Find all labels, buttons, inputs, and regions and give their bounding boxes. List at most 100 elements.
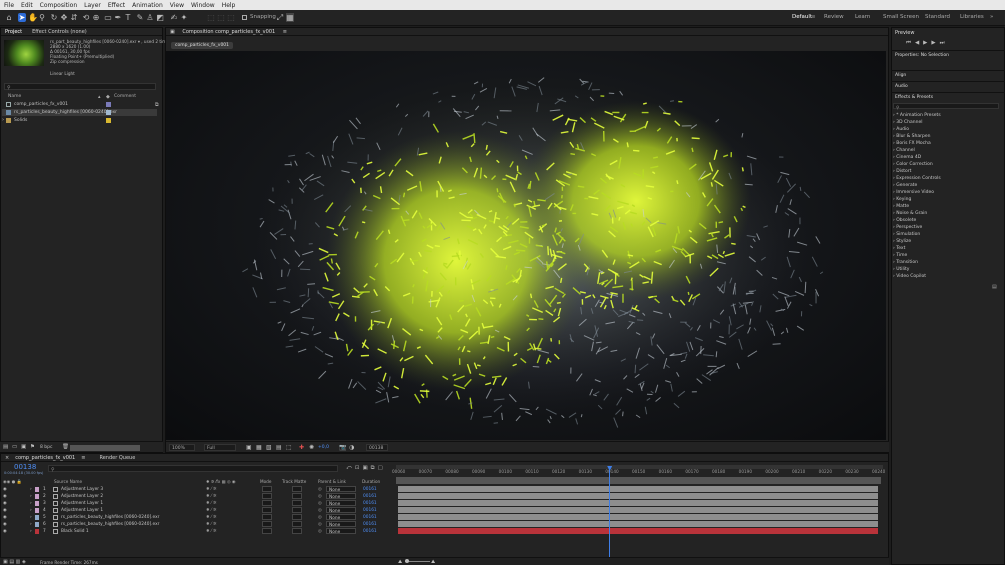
new-folder-icon[interactable]: ▭ (12, 444, 17, 450)
pickwhip-icon[interactable]: ◎ (318, 507, 322, 514)
layer-name[interactable]: Adjustment Layer 1 (61, 507, 103, 514)
layer-name[interactable]: Adjustment Layer 1 (61, 500, 103, 507)
snapshot-icon[interactable]: 📷 (339, 444, 346, 451)
label-color-swatch[interactable] (35, 515, 39, 520)
effects-category[interactable]: › Generate (893, 183, 917, 188)
workspace-libraries[interactable]: Libraries (960, 14, 984, 20)
effects-category[interactable]: › Color Correction (893, 162, 933, 167)
effects-category[interactable]: › Distort (893, 169, 911, 174)
effects-category[interactable]: › Video Copilot (893, 274, 926, 279)
pickwhip-icon[interactable]: ◎ (318, 493, 322, 500)
menu-animation[interactable]: Animation (132, 2, 163, 9)
menu-edit[interactable]: Edit (21, 2, 33, 9)
visibility-eye-icon[interactable]: ◉ (3, 507, 7, 514)
eraser-tool-icon[interactable]: ◩ (156, 13, 164, 22)
pan-tool-icon[interactable]: ✥ (60, 13, 68, 22)
visibility-eye-icon[interactable]: ◉ (3, 521, 7, 528)
col-track-matte[interactable]: Track Matte (282, 479, 306, 484)
roto-brush-icon[interactable]: ✍ (170, 13, 178, 22)
layer-duration[interactable]: 00161 (363, 486, 377, 493)
parent-select[interactable]: None (326, 493, 356, 500)
current-time-display[interactable]: 00138 (14, 463, 36, 471)
effects-category[interactable]: › Audio (893, 127, 909, 132)
layer-row[interactable]: ◉ › 6 rs_particles_beauty_highfiles [0060-0… (0, 521, 395, 528)
menu-view[interactable]: View (170, 2, 184, 9)
timeline-search-input[interactable]: ⚲ (48, 465, 338, 473)
parent-select[interactable]: None (326, 528, 356, 535)
disclosure-arrow-icon[interactable]: › (2, 117, 4, 124)
disclosure-arrow-icon[interactable]: › (30, 493, 32, 500)
effects-category[interactable]: › Keying (893, 197, 911, 202)
layer-duration-bar[interactable] (398, 500, 878, 506)
hand-tool-icon[interactable]: ✋ (28, 13, 38, 22)
layer-switches[interactable]: ✹ ⁄ ✲ (206, 493, 217, 500)
menu-layer[interactable]: Layer (84, 2, 101, 9)
layer-duration[interactable]: 00161 (363, 521, 377, 528)
reset-exposure-icon[interactable]: ✺ (309, 444, 314, 451)
col-parent[interactable]: Parent & Link (318, 479, 346, 484)
layer-duration-bar[interactable] (398, 528, 878, 534)
layer-duration-bar[interactable] (398, 521, 878, 527)
visibility-eye-icon[interactable]: ◉ (3, 486, 7, 493)
disclosure-arrow-icon[interactable]: › (30, 507, 32, 514)
disclosure-arrow-icon[interactable]: › (30, 521, 32, 528)
preview-transport[interactable]: ⏮◀▶▶⏭ (906, 40, 949, 47)
effects-category[interactable]: › 3D Channel (893, 120, 922, 125)
layer-mode-select[interactable] (262, 500, 272, 506)
layer-switches[interactable]: ✹ ⁄ ✲ (206, 521, 217, 528)
timeline-switches[interactable]: ⤺⊡▣⧉▢ (346, 465, 386, 472)
track-matte-select[interactable] (292, 528, 302, 534)
type-tool-icon[interactable]: T (124, 13, 132, 22)
rotation-tool-icon[interactable]: ⟲ (82, 13, 90, 22)
effects-category[interactable]: › Perspective (893, 225, 922, 230)
trash-icon[interactable]: 🗑 (62, 444, 69, 450)
disclosure-arrow-icon[interactable]: › (30, 528, 32, 535)
workspace-learn[interactable]: Learn (855, 14, 870, 20)
effects-category[interactable]: › Matte (893, 204, 909, 209)
menu-file[interactable]: File (4, 2, 14, 9)
tab-menu-icon[interactable]: ≡ (81, 454, 85, 461)
project-item-footage[interactable]: rs_particles_beauty_highfiles [0060-0240… (2, 109, 157, 116)
effects-category[interactable]: › Expression Controls (893, 176, 941, 181)
effects-category[interactable]: › Boris FX Mocha (893, 141, 931, 146)
layer-duration[interactable]: 00161 (363, 528, 377, 535)
project-search-input[interactable]: ⚲ (4, 83, 156, 91)
layer-mode-select[interactable] (262, 528, 272, 534)
parent-select[interactable]: None (326, 500, 356, 507)
parent-select[interactable]: None (326, 514, 356, 521)
effects-category[interactable]: › Time (893, 253, 907, 258)
layer-duration-bar[interactable] (398, 493, 878, 499)
layer-mode-select[interactable] (262, 493, 272, 499)
menu-composition[interactable]: Composition (40, 2, 77, 9)
new-comp-icon[interactable]: ▣ (21, 444, 26, 450)
project-item-solids[interactable]: › Solids (2, 117, 157, 124)
axis-world-icon[interactable]: ⬚ (217, 13, 225, 22)
menu-effect[interactable]: Effect (108, 2, 125, 9)
visibility-eye-icon[interactable]: ◉ (3, 500, 7, 507)
show-snapshot-icon[interactable]: ◑ (349, 444, 354, 451)
pickwhip-icon[interactable]: ◎ (318, 486, 322, 493)
label-color-swatch[interactable] (35, 494, 39, 499)
label-color-swatch[interactable] (35, 522, 39, 527)
pen-tool-icon[interactable]: ✒ (114, 13, 122, 22)
pickwhip-icon[interactable]: ◎ (318, 514, 322, 521)
layer-duration[interactable]: 00161 (363, 500, 377, 507)
label-tag-icon[interactable]: ◆ (106, 94, 110, 100)
dolly-tool-icon[interactable]: ⇵ (70, 13, 78, 22)
tab-render-queue[interactable]: Render Queue (99, 454, 135, 461)
mask-visibility-icon[interactable]: ▧ (266, 444, 272, 451)
project-col-name[interactable]: Name (8, 94, 21, 99)
magnification-select[interactable]: 100% (169, 444, 195, 451)
effects-category[interactable]: › Text (893, 246, 905, 251)
align-title[interactable]: Align (895, 73, 906, 78)
effects-search-input[interactable]: ⚲ (893, 103, 999, 111)
zoom-out-icon[interactable]: ⛰ (398, 559, 402, 565)
layer-switches[interactable]: ✹ ⁄ ✲ (206, 528, 217, 535)
home-icon[interactable]: ⌂ (5, 13, 13, 22)
effects-category[interactable]: › Noise & Grain (893, 211, 927, 216)
layer-switches[interactable]: ✹ ⁄ ✲ (206, 507, 217, 514)
label-color-swatch[interactable] (35, 501, 39, 506)
label-color-swatch[interactable] (35, 508, 39, 513)
exposure-value[interactable]: +0,0 (318, 445, 329, 450)
layer-switches[interactable]: ✹ ⁄ ✲ (206, 486, 217, 493)
